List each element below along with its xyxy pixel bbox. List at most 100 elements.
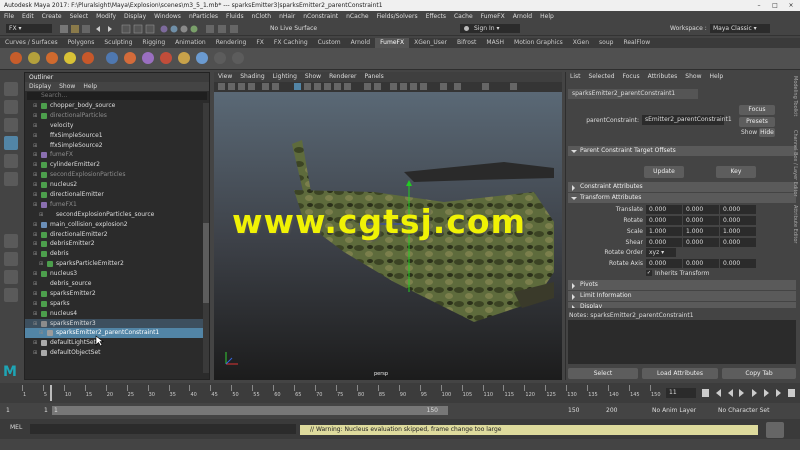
- gamma-icon[interactable]: [482, 83, 489, 90]
- attr-menu-selected[interactable]: Selected: [585, 72, 619, 82]
- grid-toggle-icon[interactable]: [262, 83, 269, 90]
- outliner-item[interactable]: ⊞ debris_source: [25, 279, 209, 289]
- expand-icon[interactable]: ⊞: [33, 289, 37, 299]
- outliner-item[interactable]: ⊞ directionalEmitter: [25, 190, 209, 200]
- image-plane-icon[interactable]: [248, 83, 255, 90]
- side-tab-channel-box[interactable]: Channel Box / Layer Editor: [792, 130, 798, 197]
- attr-menu-list[interactable]: List: [566, 72, 585, 82]
- new-scene-icon[interactable]: [60, 25, 68, 33]
- anim-layer-dropdown[interactable]: No Anim Layer: [652, 407, 696, 414]
- outliner-item[interactable]: ⊞ sparksParticleEmitter2: [25, 259, 209, 269]
- depth-of-field-icon[interactable]: [420, 83, 427, 90]
- outliner-search-input[interactable]: Search...: [27, 92, 207, 100]
- transform-shear-z[interactable]: 0.000: [720, 238, 756, 247]
- section-limit-info[interactable]: Limit Information: [568, 291, 796, 301]
- outliner-item[interactable]: ⊞ sparksEmitter2_parentConstraint1: [25, 328, 209, 339]
- menu-display[interactable]: Display: [120, 11, 150, 22]
- rotate-axis-y[interactable]: 0.000: [683, 259, 719, 268]
- step-forward-key-icon[interactable]: [776, 389, 781, 397]
- render-settings-icon[interactable]: [230, 25, 238, 33]
- outliner-scroll-thumb[interactable]: [203, 223, 209, 303]
- shelf-tab-xgen[interactable]: XGen: [568, 38, 594, 48]
- transform-translate-y[interactable]: 0.000: [683, 205, 719, 214]
- graph-layout-icon[interactable]: [4, 288, 18, 302]
- viewport-menu-shading[interactable]: Shading: [236, 73, 268, 80]
- transform-translate-x[interactable]: 0.000: [646, 205, 682, 214]
- transform-shear-x[interactable]: 0.000: [646, 238, 682, 247]
- rotate-order-dropdown[interactable]: xyz ▾: [646, 248, 676, 257]
- expand-icon[interactable]: ⊞: [33, 319, 37, 329]
- section-pivots[interactable]: Pivots: [568, 280, 796, 290]
- single-view-icon[interactable]: [4, 234, 18, 248]
- snap-grid-icon[interactable]: [160, 25, 168, 33]
- shelf-tab-rendering[interactable]: Rendering: [211, 38, 252, 48]
- expand-icon[interactable]: ⊞: [33, 279, 37, 289]
- expand-icon[interactable]: ⊞: [33, 200, 37, 210]
- character-set-dropdown[interactable]: No Character Set: [718, 407, 769, 414]
- section-transform-attrs[interactable]: Transform Attributes: [568, 193, 796, 203]
- transform-shear-y[interactable]: 0.000: [683, 238, 719, 247]
- outliner-item[interactable]: ⊞ sparksEmitter3: [25, 318, 209, 329]
- save-scene-icon[interactable]: [82, 25, 90, 33]
- expand-icon[interactable]: ⊞: [33, 338, 37, 348]
- menu-fields-solvers[interactable]: Fields/Solvers: [373, 11, 422, 22]
- menu-ncloth[interactable]: nCloth: [248, 11, 276, 22]
- shelf-tab-realflow[interactable]: RealFlow: [618, 38, 655, 48]
- expand-icon[interactable]: ⊞: [33, 269, 37, 279]
- menu-help[interactable]: Help: [536, 11, 558, 22]
- key-button[interactable]: Key: [716, 166, 756, 178]
- menu-select[interactable]: Select: [66, 11, 93, 22]
- redo-icon[interactable]: [108, 26, 112, 32]
- menu-ncache[interactable]: nCache: [342, 11, 372, 22]
- expand-icon[interactable]: ⊞: [33, 190, 37, 200]
- wireframe-icon[interactable]: [294, 83, 301, 90]
- menu-arnold[interactable]: Arnold: [509, 11, 536, 22]
- expand-icon[interactable]: ⊞: [39, 259, 43, 269]
- attr-menu-focus[interactable]: Focus: [619, 72, 644, 82]
- command-input[interactable]: [30, 424, 296, 434]
- side-tab-attribute-editor[interactable]: Attribute Editor: [792, 205, 798, 243]
- attr-menu-help[interactable]: Help: [705, 72, 727, 82]
- shelf-tab-soup[interactable]: soup: [594, 38, 618, 48]
- update-button[interactable]: Update: [644, 166, 684, 178]
- transform-scale-y[interactable]: 1.000: [683, 227, 719, 236]
- expand-icon[interactable]: ⊞: [33, 220, 37, 230]
- shelf-tab-rigging[interactable]: Rigging: [137, 38, 170, 48]
- outliner-item[interactable]: ⊞ fumeFX: [25, 150, 209, 160]
- expand-icon[interactable]: ⊞: [39, 210, 43, 220]
- lasso-tool-icon[interactable]: [4, 100, 18, 114]
- transform-rotate-z[interactable]: 0.000: [720, 216, 756, 225]
- expand-icon[interactable]: ⊞: [33, 180, 37, 190]
- menu-cache[interactable]: Cache: [450, 11, 477, 22]
- menu-effects[interactable]: Effects: [422, 11, 450, 22]
- step-forward-frame-icon[interactable]: [764, 389, 769, 397]
- load-attributes-button[interactable]: Load Attributes: [642, 368, 718, 379]
- menu-nparticles[interactable]: nParticles: [185, 11, 222, 22]
- outliner-item[interactable]: ⊞ secondExplosionParticles: [25, 170, 209, 180]
- attr-menu-show[interactable]: Show: [681, 72, 705, 82]
- outliner-item[interactable]: ⊞ main_collision_explosion2: [25, 220, 209, 230]
- expand-icon[interactable]: ⊞: [33, 150, 37, 160]
- fumefx-source-icon[interactable]: [28, 52, 40, 64]
- outliner-item[interactable]: ⊞ nucleus4: [25, 309, 209, 319]
- render-current-icon[interactable]: [206, 25, 214, 33]
- ipr-render-icon[interactable]: [218, 25, 226, 33]
- range-end-field[interactable]: 150: [568, 407, 579, 414]
- transform-rotate-x[interactable]: 0.000: [646, 216, 682, 225]
- smooth-shade-icon[interactable]: [304, 83, 311, 90]
- transform-rotate-y[interactable]: 0.000: [683, 216, 719, 225]
- viewport-menu-panels[interactable]: Panels: [360, 73, 387, 80]
- notes-textarea[interactable]: [568, 320, 796, 364]
- fumefx-help-icon[interactable]: [232, 52, 244, 64]
- outliner-item[interactable]: ⊞ velocity: [25, 121, 209, 131]
- viewport-menu-show[interactable]: Show: [301, 73, 325, 80]
- outliner-menu-help[interactable]: Help: [79, 83, 101, 90]
- outliner-item[interactable]: ⊞ directionalEmitter2: [25, 230, 209, 240]
- play-backward-icon[interactable]: [739, 389, 744, 397]
- maximize-icon[interactable]: □: [768, 0, 782, 11]
- outliner-item[interactable]: ⊞ defaultObjectSet: [25, 348, 209, 358]
- section-display[interactable]: Display: [568, 302, 796, 308]
- fumefx-grid-icon[interactable]: [10, 52, 22, 64]
- rotate-tool-icon[interactable]: [4, 154, 18, 168]
- step-back-key-icon[interactable]: [716, 389, 721, 397]
